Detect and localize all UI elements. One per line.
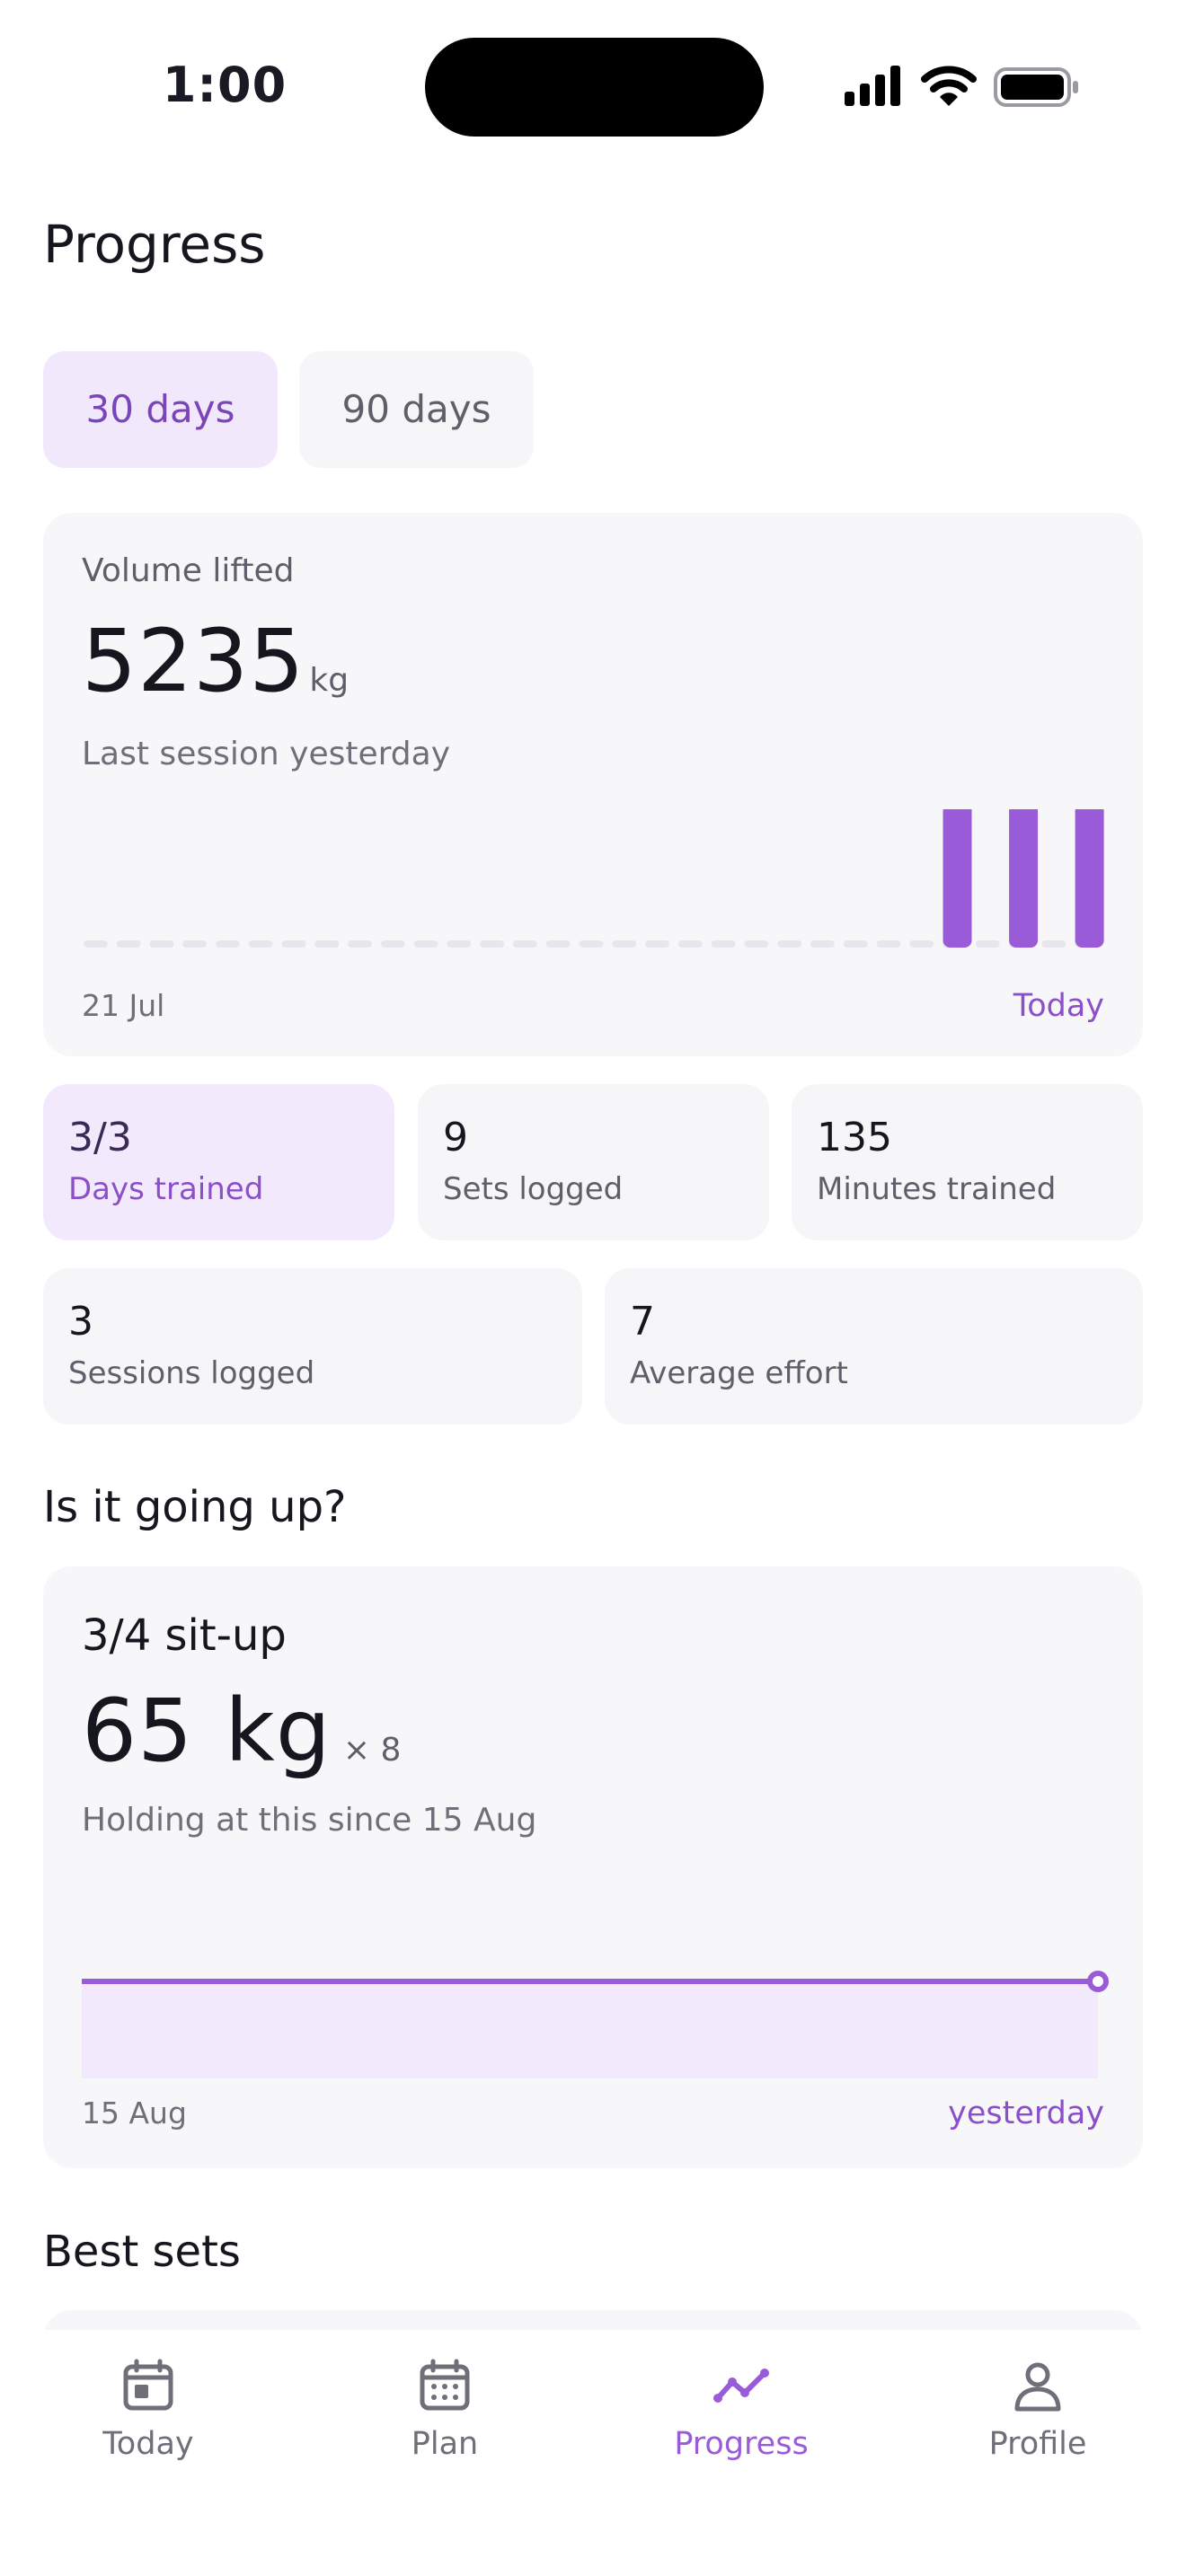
page-title: Progress: [43, 214, 266, 275]
volume-card: Volume lifted 5235 kg Last session yeste…: [43, 513, 1143, 1056]
baseline-segment: [116, 940, 141, 948]
tab-plan[interactable]: Plan: [296, 2330, 593, 2510]
volume-subtitle: Last session yesterday: [82, 736, 450, 772]
exercise-name: 3/4 sit-up: [82, 1610, 287, 1661]
status-time: 1:00: [162, 57, 288, 113]
baseline-segment: [281, 940, 306, 948]
stat-label: Average effort: [630, 1355, 848, 1391]
tab-label: Today: [102, 2426, 194, 2462]
exercise-start-date: 15 Aug: [82, 2095, 187, 2130]
baseline-segment: [975, 940, 1000, 948]
tab-label: Progress: [674, 2426, 809, 2462]
baseline-segment: [810, 940, 835, 948]
stat-sessions-logged: 3 Sessions logged: [43, 1268, 582, 1425]
baseline-segment: [480, 940, 505, 948]
exercise-value-row: 65 kg × 8: [82, 1681, 401, 1780]
stat-label: Minutes trained: [817, 1171, 1057, 1207]
baseline-segment: [612, 940, 637, 948]
wifi-icon: [921, 66, 977, 106]
progress-screen: 1:00 Progress 30 days 90 days Volume lif…: [0, 0, 1186, 2576]
baseline-segment: [216, 940, 240, 948]
tab-today[interactable]: Today: [0, 2330, 296, 2510]
dynamic-island: [425, 38, 764, 137]
exercise-unit: kg: [225, 1681, 332, 1781]
volume-value-row: 5235 kg: [82, 612, 349, 710]
baseline-segment: [909, 940, 934, 948]
baseline-segment: [314, 940, 340, 948]
baseline-segment: [182, 940, 208, 948]
person-icon: [1014, 2362, 1061, 2412]
section-title-best-sets: Best sets: [43, 2227, 241, 2277]
trend-line-icon: [713, 2369, 769, 2403]
volume-bar-chart: [84, 809, 1104, 948]
tab-label: Plan: [411, 2426, 479, 2462]
stat-value: 135: [817, 1115, 892, 1160]
baseline-segment: [579, 940, 604, 948]
baseline-segment: [348, 940, 372, 948]
baseline-segment: [380, 940, 405, 948]
calendar-grid-icon: [420, 2359, 470, 2411]
baseline-segment: [677, 940, 703, 948]
tab-30-days[interactable]: 30 days: [43, 351, 278, 468]
baseline-segment: [711, 940, 736, 948]
stat-value: 3: [68, 1299, 93, 1345]
volume-unit: kg: [309, 662, 350, 699]
baseline-segment: [545, 940, 571, 948]
exercise-weight: 65: [82, 1681, 194, 1781]
baseline-segment: [645, 940, 669, 948]
stat-label: Sets logged: [443, 1171, 624, 1207]
stat-label: Days trained: [68, 1171, 264, 1207]
cellular-signal-icon: [845, 66, 900, 106]
baseline-segment: [513, 940, 537, 948]
battery-icon: [994, 67, 1078, 107]
exercise-trend-card[interactable]: 3/4 sit-up 65 kg × 8 Holding at this sin…: [43, 1566, 1143, 2168]
section-title-trend: Is it going up?: [43, 1482, 347, 1532]
baseline-segment: [1041, 940, 1067, 948]
stat-label: Sessions logged: [68, 1355, 315, 1391]
exercise-note: Holding at this since 15 Aug: [82, 1802, 537, 1839]
baseline-segment: [149, 940, 174, 948]
stat-sets-logged: 9 Sets logged: [418, 1084, 769, 1240]
stat-value: 7: [630, 1299, 655, 1345]
volume-bar: [1075, 809, 1104, 948]
tab-profile[interactable]: Profile: [890, 2330, 1186, 2510]
bottom-tab-bar: Today Plan Progress Profile: [0, 2330, 1186, 2576]
tab-label: Profile: [988, 2426, 1087, 2462]
volume-end-date: Today: [1013, 988, 1104, 1024]
exercise-reps: × 8: [342, 1732, 402, 1769]
stat-minutes-trained: 135 Minutes trained: [792, 1084, 1143, 1240]
stat-value: 9: [443, 1115, 468, 1160]
volume-value: 5235: [82, 611, 305, 711]
baseline-segment: [248, 940, 273, 948]
baseline-segment: [876, 940, 901, 948]
baseline-segment: [447, 940, 472, 948]
calendar-today-icon: [123, 2359, 173, 2411]
line-area-fill: [82, 1981, 1098, 2078]
exercise-last-point: [1087, 1971, 1109, 1992]
exercise-end-date: yesterday: [948, 2095, 1104, 2131]
baseline-segment: [777, 940, 802, 948]
tab-progress[interactable]: Progress: [593, 2330, 890, 2510]
stat-average-effort: 7 Average effort: [605, 1268, 1143, 1425]
baseline-segment: [413, 940, 438, 948]
baseline-segment: [84, 940, 108, 948]
volume-bar: [1009, 809, 1039, 948]
tab-90-days[interactable]: 90 days: [299, 351, 534, 468]
exercise-line-chart: [82, 1971, 1109, 2078]
stat-days-trained: 3/3 Days trained: [43, 1084, 394, 1240]
volume-bar: [943, 809, 972, 948]
baseline-segment: [744, 940, 769, 948]
volume-start-date: 21 Jul: [82, 988, 165, 1023]
stat-value: 3/3: [68, 1115, 132, 1160]
volume-label: Volume lifted: [82, 552, 295, 589]
baseline-segment: [843, 940, 868, 948]
